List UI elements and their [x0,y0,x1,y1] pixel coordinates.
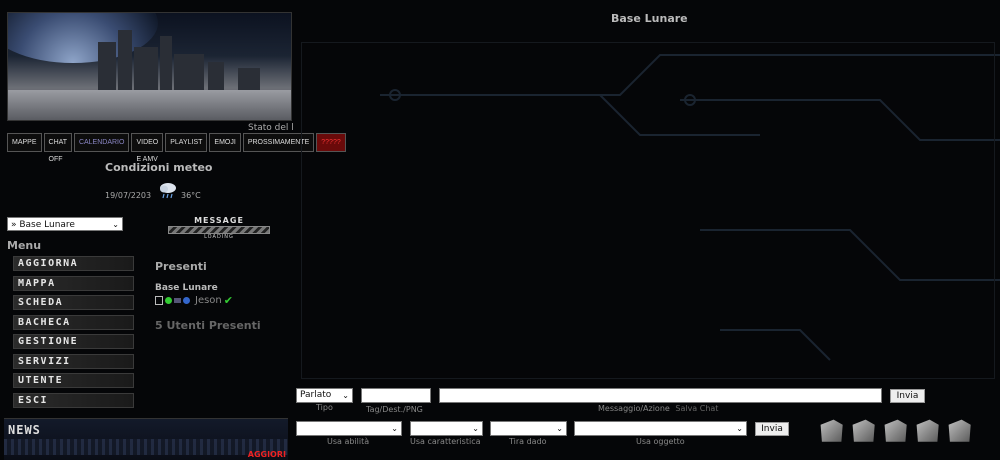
location-select[interactable]: » Base Lunare ⌄ [7,217,123,231]
notes-icon[interactable] [916,419,939,442]
nav-video-amv[interactable]: VIDEO E AMV [131,133,164,163]
menu-gestione[interactable]: GESTIONE [13,334,134,349]
tipo-select[interactable]: Parlato ⌄ [296,388,353,403]
menu-mappa[interactable]: MAPPA [13,275,134,291]
message-title: MESSAGE [194,216,244,225]
presenti-user-name[interactable]: Jeson [195,295,222,306]
send-button-message[interactable]: Invia [890,389,925,403]
abilita-select[interactable]: ⌄ [296,421,402,436]
stato-label: Stato del l [248,123,294,133]
top-navbar: MAPPE CHAT OFF CALENDARIO VIDEO E AMV PL… [7,133,346,163]
messaggio-label: Messaggio/Azione Salva Chat [598,404,718,413]
caratteristica-select[interactable]: ⌄ [410,421,483,436]
chevron-down-icon: ⌄ [556,424,563,433]
messaggio-input[interactable] [439,388,882,403]
message-status: LOADING [204,234,234,240]
meteo-title: Condizioni meteo [105,161,213,174]
meteo-temperature: 36°C [181,191,201,200]
tipo-label: Tipo [316,403,333,412]
nav-chat-off[interactable]: CHAT OFF [43,133,72,163]
menu-title: Menu [7,239,42,252]
folder-icon[interactable] [820,419,843,442]
flag-icon [174,298,181,303]
menu-servizi[interactable]: SERVIZI [13,353,134,369]
left-panel: Stato del l MAPPE CHAT OFF CALENDARIO VI… [0,0,346,460]
user-card-icon [155,296,163,305]
oggetto-select[interactable]: ⌄ [574,421,747,436]
folder-map-icon[interactable] [852,419,875,442]
status-online-icon [165,297,172,304]
tag-label: Tag/Dest./PNG [366,405,423,414]
cloud-icon[interactable] [948,419,971,442]
menu-scheda[interactable]: SCHEDA [13,295,134,310]
meteo-date: 19/07/2203 [105,191,152,200]
tag-input[interactable] [361,388,431,403]
nav-emoji[interactable]: EMOJI [209,133,241,152]
nav-playlist[interactable]: PLAYLIST [165,133,208,152]
send-button-action[interactable]: Invia [755,422,789,436]
menu-aggiorna[interactable]: AGGIORNA [13,256,134,271]
chevron-down-icon: ⌄ [472,424,479,433]
salva-chat-link[interactable]: Salva Chat [675,404,718,413]
action-icons [818,417,972,443]
presenti-user-row[interactable]: Jeson ✔ [155,294,233,307]
chevron-down-icon: ⌄ [342,391,349,400]
side-menu: AGGIORNA MAPPA SCHEDA BACHECA GESTIONE S… [13,256,134,412]
dado-label: Tira dado [509,437,547,446]
nav-calendario[interactable]: CALENDARIO [73,133,130,152]
rain-cloud-icon [160,183,176,199]
presenti-title: Presenti [155,260,207,273]
chevron-down-icon: ⌄ [391,424,398,433]
news-title: NEWS [8,423,41,437]
message-loading-widget: MESSAGE LOADING [168,216,270,240]
abilita-label: Usa abilità [327,437,370,446]
location-select-value: » Base Lunare [11,220,75,230]
chevron-down-icon: ⌄ [112,220,119,229]
gender-icon [183,297,190,304]
check-icon: ✔ [223,294,233,307]
menu-esci[interactable]: ESCI [13,392,134,408]
presenti-location[interactable]: Base Lunare [155,283,218,293]
menu-utente[interactable]: UTENTE [13,373,134,388]
oggetto-label: Usa oggetto [636,437,685,446]
menu-bacheca[interactable]: BACHECA [13,314,134,330]
chat-title: Base Lunare [611,12,688,25]
chevron-down-icon: ⌄ [736,424,743,433]
chat-area [301,42,995,379]
dado-select[interactable]: ⌄ [490,421,567,436]
news-update-label: AGGIORI [247,450,286,459]
messaggio-label-text: Messaggio/Azione [598,404,670,413]
nav-mappe[interactable]: MAPPE [7,133,42,152]
news-banner[interactable]: NEWS AGGIORI [4,418,288,460]
folder-papers-icon[interactable] [884,419,907,442]
presenti-count: 5 Utenti Presenti [155,319,261,332]
loading-bar [168,226,270,234]
header-banner [7,12,292,121]
caratteristica-label: Usa caratteristica [410,437,481,446]
tipo-select-value: Parlato [300,390,332,400]
